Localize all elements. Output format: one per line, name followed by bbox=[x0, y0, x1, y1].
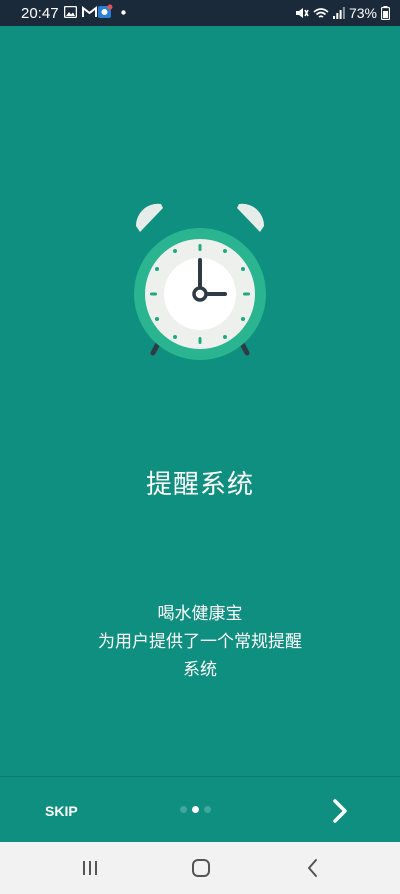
chevron-right-icon[interactable] bbox=[327, 796, 353, 826]
dot-icon bbox=[121, 10, 126, 15]
status-bar: 20:47 73% bbox=[0, 0, 400, 26]
page-description: 喝水健康宝 为用户提供了一个常规提醒 系统 bbox=[70, 600, 330, 684]
onboarding-page: 提醒系统 喝水健康宝 为用户提供了一个常规提醒 系统 bbox=[0, 26, 400, 776]
app-notification-icon bbox=[98, 4, 113, 18]
description-line: 为用户提供了一个常规提醒 bbox=[98, 632, 302, 652]
back-icon[interactable] bbox=[301, 856, 325, 880]
home-icon[interactable] bbox=[189, 856, 213, 880]
battery-percent: 73% bbox=[348, 5, 377, 21]
page-indicator-dot bbox=[204, 806, 211, 813]
page-title: 提醒系统 bbox=[145, 470, 254, 500]
image-icon bbox=[64, 6, 77, 18]
system-navigation-bar bbox=[0, 842, 400, 894]
page-indicator-dot bbox=[180, 806, 187, 813]
page-indicator bbox=[180, 806, 211, 813]
page-indicator-dot-active bbox=[192, 806, 199, 813]
wifi-icon bbox=[313, 7, 329, 18]
onboarding-footer: SKIP bbox=[0, 777, 400, 842]
battery-icon bbox=[381, 6, 390, 20]
mute-icon bbox=[295, 8, 309, 18]
description-line: 喝水健康宝 bbox=[157, 604, 243, 624]
skip-button[interactable]: SKIP bbox=[45, 803, 78, 819]
status-time: 20:47 bbox=[21, 5, 59, 22]
recents-icon[interactable] bbox=[78, 856, 102, 880]
signal-icon bbox=[332, 7, 345, 19]
description-line: 系统 bbox=[183, 660, 217, 680]
gmail-icon bbox=[82, 6, 97, 17]
alarm-clock-icon bbox=[134, 203, 266, 360]
